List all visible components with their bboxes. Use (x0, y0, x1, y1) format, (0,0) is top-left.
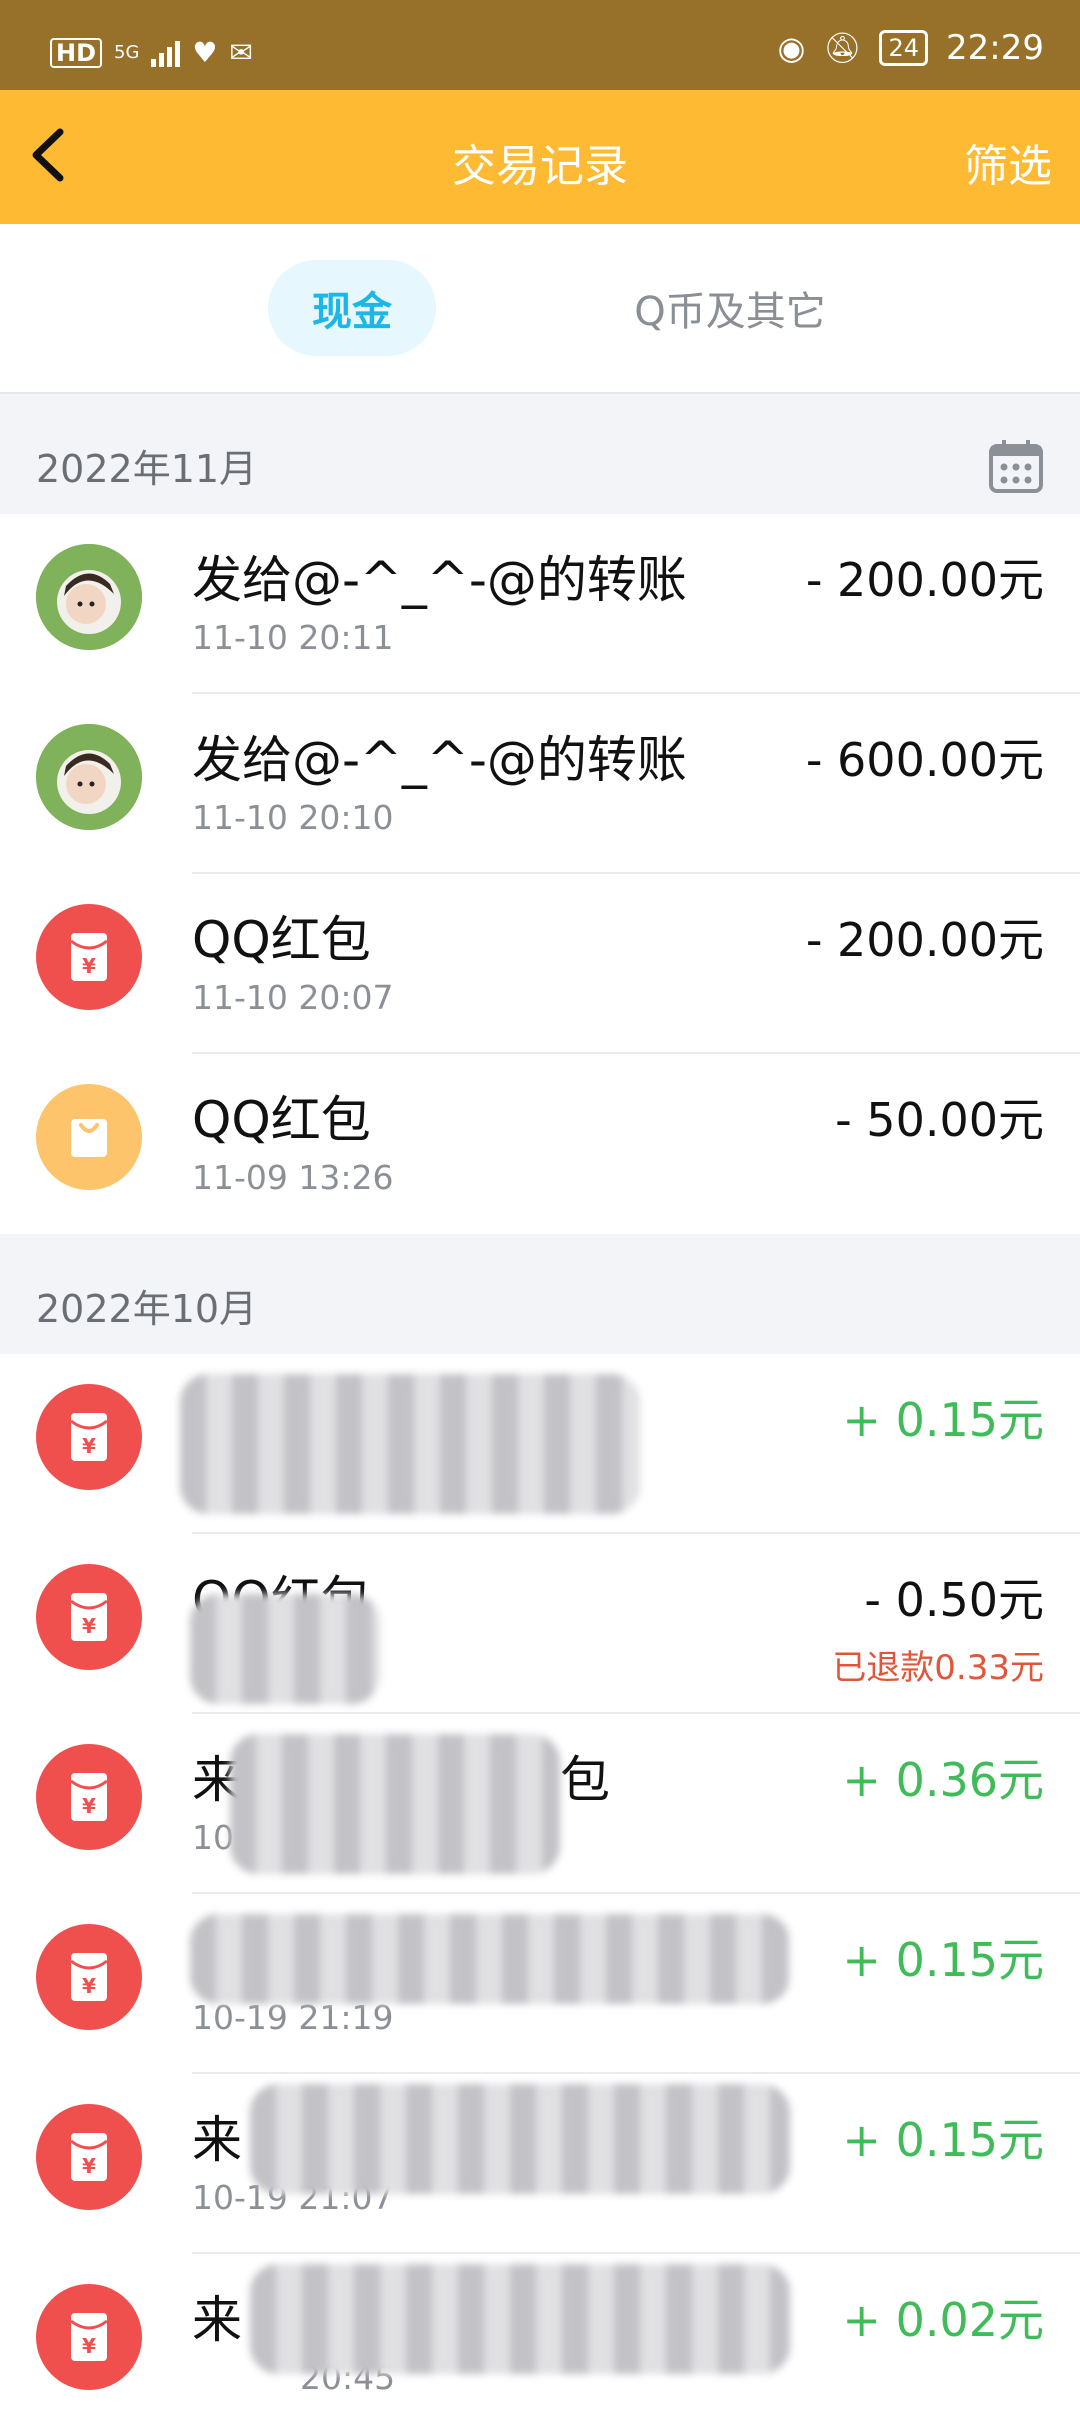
redacted-area (250, 2084, 790, 2194)
red-packet-icon: ¥ (36, 904, 142, 1010)
red-packet-icon: ¥ (36, 1744, 142, 1850)
month-label: 2022年10月 (36, 1287, 258, 1331)
list-item[interactable]: 发给@-^_^-@的转账 11-10 20:10 - 600.00元 (0, 694, 1080, 874)
transaction-title: 来 (192, 2111, 242, 2169)
refund-note: 已退款0.33元 (832, 1648, 1044, 1688)
list-item[interactable]: ¥ 10 + 0.15元 (0, 1354, 1080, 1534)
list-item[interactable]: 发给@-^_^-@的转账 11-10 20:11 - 200.00元 (0, 514, 1080, 694)
transaction-amount: - 50.00元 (835, 1093, 1044, 1147)
svg-text:¥: ¥ (82, 1614, 96, 1638)
eye-icon: ◉ (777, 29, 806, 67)
redacted-area (190, 1914, 790, 2004)
red-packet-icon: ¥ (36, 1564, 142, 1670)
battery-indicator: 24 (879, 30, 929, 66)
shopping-bag-icon (36, 1084, 142, 1190)
signal-icon (151, 39, 181, 67)
month-header: 2022年11月 (0, 394, 1080, 514)
transaction-list: 发给@-^_^-@的转账 11-10 20:11 - 200.00元 发给@-^… (0, 514, 1080, 1234)
app-header: 交易记录 筛选 (0, 90, 1080, 224)
health-icon: ♥ (192, 36, 218, 69)
clock: 22:29 (946, 28, 1044, 68)
svg-text:¥: ¥ (82, 1794, 96, 1818)
svg-text:¥: ¥ (82, 1974, 96, 1998)
transaction-time: 11-09 13:26 (192, 1158, 394, 1197)
red-packet-icon: ¥ (36, 1924, 142, 2030)
transaction-amount: + 0.15元 (842, 1933, 1044, 1987)
calendar-icon[interactable] (988, 438, 1044, 494)
page-title: 交易记录 (452, 141, 628, 192)
transaction-amount: - 200.00元 (805, 913, 1044, 967)
status-bar: HD 5G ♥ ✉ ◉ 🔕︎ 24 22:29 (0, 0, 1080, 90)
redacted-area (230, 1734, 560, 1874)
transaction-amount: - 0.50元 (864, 1573, 1044, 1627)
redacted-area (180, 1374, 640, 1514)
transaction-title: 发给@-^_^-@的转账 (192, 731, 687, 789)
red-packet-icon: ¥ (36, 2104, 142, 2210)
list-item[interactable]: ¥ QQ红包 - 0.50元 已退款0.33元 (0, 1534, 1080, 1714)
network-label: 5G (114, 41, 140, 63)
hd-badge: HD (50, 37, 103, 68)
tab-bar: 现金 Q币及其它 (0, 224, 1080, 392)
status-left: HD 5G ♥ ✉ (50, 36, 253, 69)
transaction-title: QQ红包 (192, 911, 371, 969)
transaction-title-end: 包 (560, 1751, 610, 1809)
transaction-title: 发给@-^_^-@的转账 (192, 551, 687, 609)
transaction-time: 11-10 20:11 (192, 618, 394, 657)
transaction-amount: - 200.00元 (805, 553, 1044, 607)
transaction-time: 11-10 20:10 (192, 798, 394, 837)
list-item[interactable]: ¥ 来 20:45 + 0.02元 (0, 2254, 1080, 2434)
tab-qcoin-other[interactable]: Q币及其它 (600, 260, 860, 356)
status-right: ◉ 🔕︎ 24 22:29 (777, 28, 1044, 68)
transaction-amount: + 0.15元 (842, 2113, 1044, 2167)
transaction-title: 来 (192, 2291, 242, 2349)
svg-text:¥: ¥ (82, 2154, 96, 2178)
transaction-amount: + 0.02元 (842, 2293, 1044, 2347)
list-item[interactable]: ¥ 来 包 10 20:24 + 0.36元 (0, 1714, 1080, 1894)
list-item[interactable]: ¥ QQ红包 11-10 20:07 - 200.00元 (0, 874, 1080, 1054)
transaction-time: 11-10 20:07 (192, 978, 394, 1017)
transaction-amount: + 0.36元 (842, 1753, 1044, 1807)
redacted-area (250, 2264, 790, 2374)
redacted-area (190, 1594, 380, 1704)
svg-text:¥: ¥ (82, 954, 96, 978)
filter-button[interactable]: 筛选 (964, 130, 1052, 194)
transaction-list: ¥ 10 + 0.15元 ¥ QQ红包 - 0.50元 已退款0.33元 ¥ 来… (0, 1354, 1080, 2434)
transaction-amount: - 600.00元 (805, 733, 1044, 787)
mute-bell-icon: 🔕︎ (823, 30, 862, 66)
red-packet-icon: ¥ (36, 2284, 142, 2390)
tab-cash[interactable]: 现金 (268, 260, 436, 356)
red-packet-icon: ¥ (36, 1384, 142, 1490)
wechat-icon: ✉ (229, 36, 253, 69)
month-header: 2022年10月 (0, 1234, 1080, 1354)
svg-text:¥: ¥ (82, 1434, 96, 1458)
svg-text:¥: ¥ (82, 2334, 96, 2358)
list-item[interactable]: ¥ 来 10-19 21:07 + 0.15元 (0, 2074, 1080, 2254)
transaction-title: QQ红包 (192, 1091, 371, 1149)
list-item[interactable]: QQ红包 11-09 13:26 - 50.00元 (0, 1054, 1080, 1234)
transaction-amount: + 0.15元 (842, 1393, 1044, 1447)
avatar (36, 724, 142, 830)
avatar (36, 544, 142, 650)
month-label: 2022年11月 (36, 447, 258, 491)
list-item[interactable]: ¥ 10-19 21:19 + 0.15元 (0, 1894, 1080, 2074)
